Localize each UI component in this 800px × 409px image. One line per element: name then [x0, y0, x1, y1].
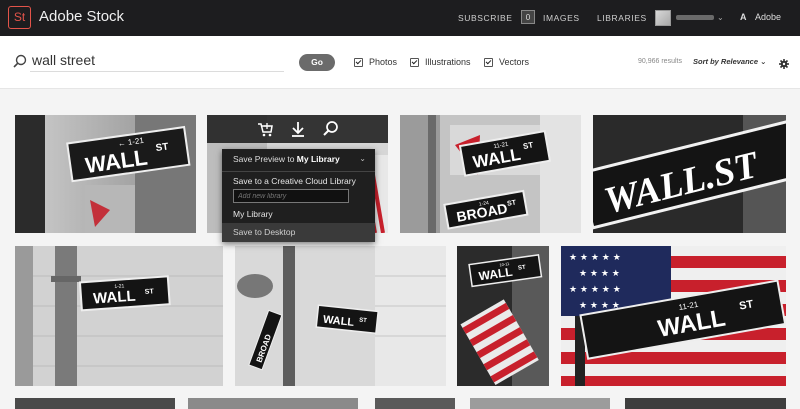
- menu-item-my-library[interactable]: My Library: [233, 209, 273, 219]
- filter-label: Illustrations: [425, 57, 471, 67]
- nav-images[interactable]: IMAGES: [543, 13, 580, 23]
- save-preview-dropdown[interactable]: Save Preview to My Library ⌄: [222, 149, 375, 172]
- filter-vectors[interactable]: Vectors: [484, 56, 529, 68]
- images-count-badge[interactable]: 0: [521, 10, 535, 24]
- save-preview-label: Save Preview to: [233, 154, 297, 164]
- image-tile[interactable]: WALL ST 11-21 BROAD ST 1-24: [400, 115, 581, 233]
- account-chevron-down-icon[interactable]: ⌄: [717, 13, 724, 22]
- save-to-cc-library-option[interactable]: Save to a Creative Cloud Library: [233, 176, 356, 186]
- image-tile[interactable]: ★ ★ ★ ★ ★ ★ ★ ★ ★ ★ ★ ★ ★ ★ ★ ★ ★ ★ WALL ST…: [561, 246, 786, 386]
- brand-name[interactable]: Adobe Stock: [39, 8, 124, 25]
- new-library-input[interactable]: [233, 189, 349, 203]
- image-tile[interactable]: [375, 398, 455, 409]
- street-sign-suffix: ST: [518, 265, 527, 272]
- nav-subscribe[interactable]: SUBSCRIBE: [458, 13, 513, 23]
- filter-photos[interactable]: Photos: [354, 56, 397, 68]
- adobe-link[interactable]: Adobe: [755, 12, 781, 22]
- illustrations-checkbox[interactable]: [410, 57, 419, 67]
- avatar[interactable]: [655, 10, 671, 26]
- search-bar: Go Photos Illustrations Vectors 90,966 r…: [0, 36, 800, 89]
- download-icon[interactable]: [289, 120, 307, 138]
- account-name-redacted[interactable]: [676, 15, 714, 20]
- street-sign-suffix: ST: [359, 317, 368, 324]
- image-tile[interactable]: [188, 398, 358, 409]
- top-nav: St Adobe Stock SUBSCRIBE 0 IMAGES LIBRAR…: [0, 0, 800, 36]
- street-sign-number: 1-21: [114, 283, 125, 290]
- nav-libraries[interactable]: LIBRARIES: [597, 13, 647, 23]
- find-similar-search-icon[interactable]: [322, 120, 340, 138]
- image-tile[interactable]: WALL ST 1-21: [15, 246, 223, 386]
- go-button[interactable]: Go: [299, 54, 335, 71]
- street-sign-text: WALL: [93, 288, 137, 308]
- street-sign-suffix: ST: [145, 288, 155, 296]
- save-preview-menu: Save Preview to My Library ⌄ Save to a C…: [222, 149, 375, 242]
- image-tile[interactable]: WALL.ST: [593, 115, 786, 233]
- save-preview-target: My Library: [296, 154, 340, 164]
- filter-illustrations[interactable]: Illustrations: [410, 56, 471, 68]
- street-sign-suffix: ST: [522, 140, 534, 151]
- street-sign-suffix: ST: [738, 298, 754, 312]
- image-tile[interactable]: [470, 398, 610, 409]
- adobe-stock-logo[interactable]: St: [8, 6, 31, 29]
- svg-text:★ ★ ★ ★ ★: ★ ★ ★ ★ ★: [569, 253, 621, 263]
- search-icon: [13, 54, 27, 68]
- menu-item-save-to-desktop[interactable]: Save to Desktop: [233, 227, 295, 237]
- filter-label: Photos: [369, 57, 398, 67]
- tile-action-bar: [207, 115, 388, 143]
- svg-text:★ ★ ★ ★: ★ ★ ★ ★: [579, 269, 620, 279]
- image-tile[interactable]: WALL ST BROAD: [235, 246, 446, 386]
- gear-icon[interactable]: [779, 56, 789, 69]
- add-to-cart-icon[interactable]: [256, 120, 274, 138]
- sort-dropdown[interactable]: Sort by Relevance ⌄: [693, 57, 766, 66]
- results-count: 90,966 results: [638, 58, 682, 65]
- image-tile[interactable]: WALL ST 10-11: [457, 246, 549, 386]
- svg-text:★ ★ ★ ★ ★: ★ ★ ★ ★ ★: [569, 285, 621, 295]
- image-tile[interactable]: WALL ST ← 1-21: [15, 115, 196, 233]
- chevron-down-icon[interactable]: ⌄: [359, 149, 366, 169]
- photos-checkbox[interactable]: [354, 57, 363, 67]
- image-tile[interactable]: [625, 398, 786, 409]
- adobe-logo-icon: A: [740, 12, 747, 22]
- image-tile[interactable]: [15, 398, 175, 409]
- search-input[interactable]: [30, 49, 284, 72]
- vectors-checkbox[interactable]: [484, 57, 493, 67]
- filter-label: Vectors: [499, 57, 530, 67]
- street-sign-suffix: ST: [155, 141, 169, 154]
